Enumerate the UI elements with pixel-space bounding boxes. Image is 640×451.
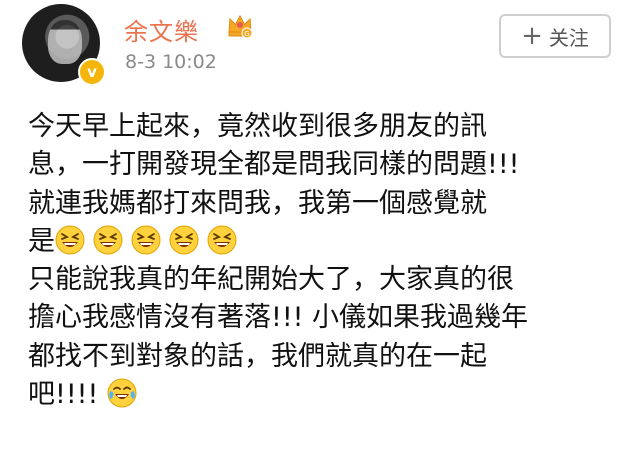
post-line: 今天早上起來，竟然收到很多朋友的訊: [28, 108, 628, 146]
post-text: 息，一打開發現全都是問我同樣的問題!!!: [28, 149, 520, 181]
verified-badge-icon: v: [78, 58, 106, 86]
post-line: 是: [28, 223, 628, 261]
post-line: 都找不到對象的話，我們就真的在一起: [28, 338, 628, 376]
plus-icon: +: [521, 21, 543, 51]
user-name[interactable]: 余文樂: [124, 12, 199, 47]
post-text: 就連我媽都打來問我，我第一個感覺就: [28, 187, 487, 219]
emoji-group: [55, 225, 237, 257]
follow-button-label: 关注: [548, 25, 589, 50]
grinning-squint-emoji: [93, 225, 123, 255]
post-text: 擔心我感情沒有著落!!! 小儀如果我過幾年: [28, 302, 529, 334]
post-line: 息，一打開發現全都是問我同樣的問題!!!: [28, 146, 628, 184]
post-text: 今天早上起來，竟然收到很多朋友的訊: [28, 111, 487, 142]
post-text: 都找不到對象的話，我們就真的在一起: [28, 340, 487, 372]
vip-crown-icon: G: [228, 14, 253, 39]
grinning-squint-emoji: [55, 225, 85, 255]
post-line: 吧!!!!: [28, 376, 628, 414]
grinning-squint-emoji: [169, 225, 199, 255]
grinning-squint-emoji: [131, 225, 161, 255]
grinning-squint-emoji: [207, 225, 237, 255]
svg-text:G: G: [244, 30, 249, 38]
follow-button[interactable]: + 关注: [499, 14, 611, 58]
post-text: 只能說我真的年紀開始大了，大家真的很: [28, 264, 514, 296]
post-body: 今天早上起來，竟然收到很多朋友的訊 息，一打開發現全都是問我同樣的問題!!! 就…: [28, 108, 628, 414]
post-line: 擔心我感情沒有著落!!! 小儀如果我過幾年: [28, 299, 628, 337]
post-timestamp: 8-3 10:02: [125, 51, 217, 73]
post-text: 是: [28, 225, 55, 257]
tears-of-joy-emoji: [107, 378, 137, 408]
tears-slot: [107, 378, 137, 410]
post-text: 吧!!!!: [28, 379, 107, 411]
post-line: 就連我媽都打來問我，我第一個感覺就: [28, 185, 628, 223]
avatar-photo: [48, 20, 82, 64]
post-line: 只能說我真的年紀開始大了，大家真的很: [28, 261, 628, 299]
